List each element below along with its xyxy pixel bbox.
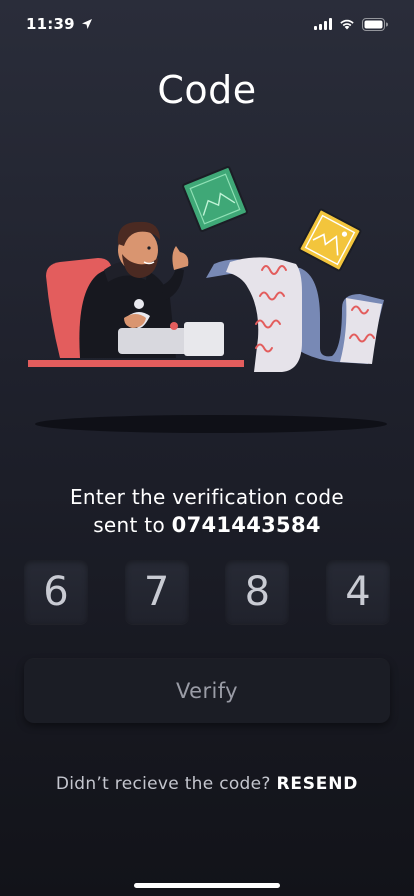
typing-man-illustration bbox=[28, 166, 387, 433]
status-left: 11:39 bbox=[26, 15, 93, 33]
wifi-icon bbox=[340, 19, 354, 30]
resend-prompt: Didn’t recieve the code? bbox=[55, 774, 271, 794]
status-time: 11:39 bbox=[26, 15, 75, 33]
message-prefix: sent to bbox=[93, 513, 165, 537]
yellow-card-icon bbox=[298, 208, 362, 272]
home-indicator bbox=[134, 883, 280, 888]
code-digit-1[interactable]: 6 bbox=[24, 560, 88, 624]
phone-number: 0741443584 bbox=[171, 513, 321, 537]
verify-button[interactable]: Verify bbox=[24, 659, 390, 723]
green-card-icon bbox=[182, 166, 248, 232]
message-line-1: Enter the verification code bbox=[70, 485, 344, 509]
resend-link[interactable]: RESEND bbox=[276, 774, 358, 794]
code-digit-2[interactable]: 7 bbox=[124, 560, 189, 624]
code-digit-4[interactable]: 4 bbox=[325, 560, 390, 624]
status-right bbox=[314, 17, 388, 31]
resend-line: Didn’t recieve the code? RESEND bbox=[0, 774, 414, 794]
code-digit-3[interactable]: 8 bbox=[225, 560, 290, 624]
code-input-row: 6 7 8 4 bbox=[24, 560, 390, 624]
verification-message: Enter the verification code sent to 0741… bbox=[0, 483, 414, 539]
page-title: Code bbox=[157, 68, 257, 112]
battery-icon bbox=[362, 17, 388, 31]
cellular-signal-icon bbox=[314, 18, 332, 30]
location-arrow-icon bbox=[81, 19, 92, 29]
message-line-2: sent to 0741443584 bbox=[0, 511, 414, 539]
status-bar: 11:39 bbox=[0, 0, 414, 48]
